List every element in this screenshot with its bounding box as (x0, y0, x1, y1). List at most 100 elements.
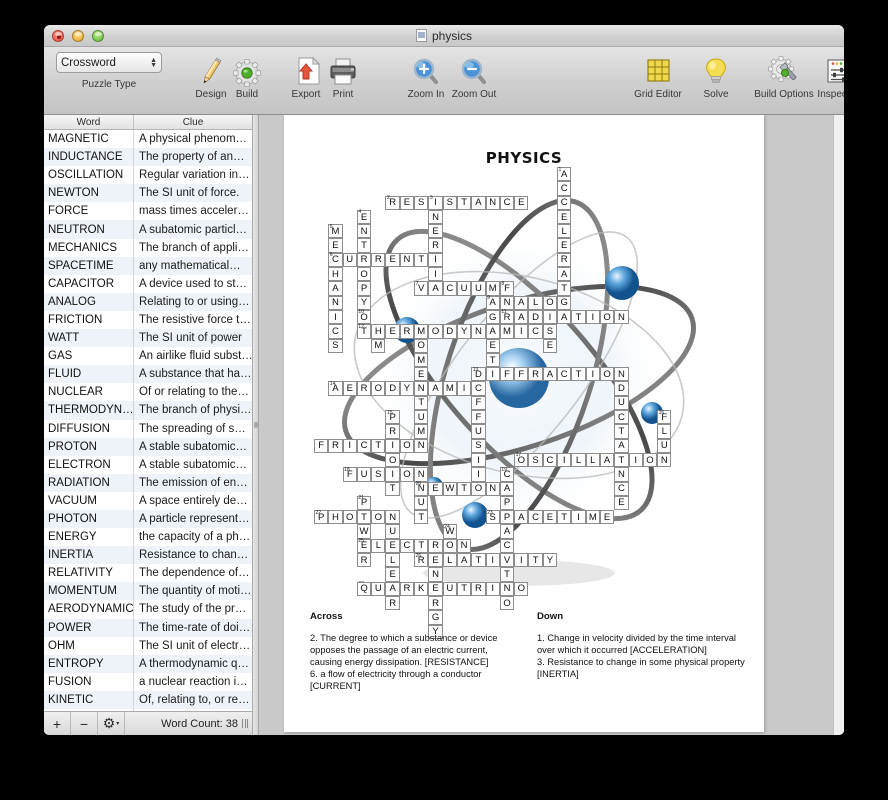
crossword-cell[interactable]: U (657, 438, 672, 453)
word-list-row[interactable]: FRICTION The resistive force t… (44, 310, 252, 330)
clue-cell[interactable]: The quantity of moti… (134, 582, 252, 600)
clue-cell[interactable]: The emission of en… (134, 474, 252, 492)
crossword-cell[interactable]: I (485, 553, 500, 568)
crossword-cell[interactable]: E (614, 495, 629, 511)
crossword-cell[interactable]: T (571, 367, 586, 382)
clue-cell[interactable]: A particle represent… (134, 510, 252, 528)
crossword-cell[interactable]: U (414, 495, 429, 511)
crossword-cell[interactable]: M (585, 510, 600, 525)
crossword-cell[interactable]: T (485, 352, 500, 368)
word-list-row[interactable]: ELECTRON A stable subatomic… (44, 455, 252, 474)
crossword-cell[interactable]: A (599, 452, 615, 468)
crossword-cell[interactable]: S (471, 438, 486, 453)
crossword-cell[interactable]: R (356, 252, 372, 268)
word-list-row[interactable]: FUSION a nuclear reaction i… (44, 672, 252, 691)
crossword-cell[interactable]: R (428, 538, 443, 554)
crossword-cell[interactable]: L (657, 424, 672, 439)
crossword-cell[interactable]: N (614, 309, 629, 325)
word-cell[interactable]: PROTON (44, 437, 134, 456)
crossword-cell[interactable]: 24 W (442, 524, 457, 539)
word-list-row[interactable]: PHOTON A particle represent… (44, 509, 252, 529)
crossword-cell[interactable]: O (599, 309, 615, 325)
crossword-cell[interactable]: E (485, 338, 500, 353)
word-cell[interactable]: FORCE (44, 202, 134, 221)
crossword-cell[interactable]: O (399, 438, 415, 453)
crossword-cell[interactable]: 15 P (385, 410, 400, 425)
word-cell[interactable]: THERMODYN… (44, 401, 134, 420)
crossword-cell[interactable]: O (642, 452, 658, 468)
crossword-cell[interactable]: P (499, 510, 515, 525)
crossword-cell[interactable]: 3I (428, 195, 443, 210)
crossword-cell[interactable]: E (414, 367, 429, 382)
crossword-cell[interactable]: A (456, 553, 472, 568)
word-list-row[interactable]: INERTIA Resistance to chan… (44, 546, 252, 565)
crossword-cell[interactable]: C (528, 324, 543, 339)
word-cell[interactable]: RADIATION (44, 473, 134, 492)
crossword-cell[interactable]: U (614, 395, 629, 411)
crossword-cell[interactable]: A (557, 309, 572, 325)
crossword-cell[interactable]: L (528, 295, 543, 310)
crossword-cell[interactable]: 23 S (485, 510, 500, 525)
crossword-cell[interactable]: T (414, 510, 429, 525)
crossword-cell[interactable]: C (442, 281, 457, 296)
crossword-cell[interactable]: C (557, 195, 572, 210)
crossword-cell[interactable]: T (356, 510, 372, 525)
word-list-row[interactable]: KINETIC Of, relating to, or re… (44, 690, 252, 709)
crossword-cell[interactable]: O (471, 481, 486, 496)
word-cell[interactable]: AERODYNAMIC (44, 600, 134, 619)
clue-cell[interactable]: The SI unit of force. (134, 184, 252, 202)
crossword-cell[interactable]: N (399, 252, 415, 268)
clue-cell[interactable]: The time-rate of doi… (134, 619, 252, 637)
crossword-cell[interactable]: C (542, 452, 558, 468)
crossword-cell[interactable]: R (399, 324, 415, 339)
crossword-cell[interactable]: A (499, 481, 515, 496)
word-list-row[interactable]: VACUUM A space entirely de… (44, 491, 252, 510)
crossword-cell[interactable]: T (456, 195, 472, 210)
crossword-cell[interactable]: L (442, 553, 457, 568)
word-list-row[interactable]: GAS An airlike fluid subst… (44, 347, 252, 366)
crossword-cell[interactable]: R (371, 252, 386, 268)
crossword-cell[interactable]: C (399, 538, 415, 554)
clue-cell[interactable]: Of or relating to the… (134, 383, 252, 401)
canvas-vertical-scrollbar[interactable] (833, 115, 844, 735)
crossword-cell[interactable]: E (428, 581, 443, 596)
crossword-cell[interactable]: U (471, 424, 486, 439)
crossword-cell[interactable]: E (557, 238, 572, 253)
close-window-button[interactable] (52, 29, 64, 42)
crossword-cell[interactable]: Y (399, 381, 415, 396)
column-header-word[interactable]: Word (44, 115, 134, 129)
crossword-cell[interactable]: R (471, 581, 486, 596)
crossword-cell[interactable]: A (328, 281, 343, 296)
clue-cell[interactable]: A substance that ha… (134, 365, 252, 383)
crossword-cell[interactable]: N (328, 295, 343, 310)
crossword-cell[interactable]: C (614, 481, 629, 496)
crossword-cell[interactable]: S (328, 338, 343, 353)
crossword-cell[interactable]: O (399, 467, 415, 482)
word-list-row[interactable]: RADIATION The emission of en… (44, 473, 252, 492)
word-cell[interactable]: MAGNETIC (44, 130, 134, 149)
word-list-row[interactable]: FORCE mass times acceler… (44, 202, 252, 221)
clue-cell[interactable]: mass times acceler… (134, 202, 252, 220)
word-cell[interactable]: POWER (44, 618, 134, 637)
puzzle-type-select[interactable]: Crossword ▲ ▼ (56, 52, 162, 73)
crossword-cell[interactable]: T (414, 252, 429, 268)
word-cell[interactable]: DIFFUSION (44, 419, 134, 438)
crossword-cell[interactable]: 4E (356, 209, 372, 225)
crossword-cell[interactable]: 6C (328, 252, 343, 268)
crossword-cell[interactable]: I (471, 452, 486, 468)
crossword-cell[interactable]: E (385, 252, 400, 268)
crossword-cell[interactable]: U (471, 281, 486, 296)
word-list-row[interactable]: ANALOG Relating to or using… (44, 292, 252, 311)
puzzle-canvas[interactable]: PHYSICS 1 A C 2 R E S 3 I S T A N C E C … (259, 115, 844, 735)
build-options-button[interactable]: Build Options (753, 52, 815, 100)
word-cell[interactable]: RELATIVITY (44, 564, 134, 583)
crossword-cell[interactable]: 10 O (356, 309, 372, 325)
build-button[interactable]: Build (216, 52, 278, 100)
crossword-cell[interactable]: E (557, 209, 572, 225)
word-list-row[interactable]: MECHANICS The branch of appli… (44, 238, 252, 257)
crossword-cell[interactable]: F (499, 367, 515, 382)
crossword-cell[interactable]: T (414, 538, 429, 554)
word-list-body[interactable]: MAGNETIC A physical phenom… INDUCTANCE The … (44, 130, 252, 711)
crossword-cell[interactable]: U (414, 410, 429, 425)
crossword-cell[interactable]: E (428, 553, 443, 568)
